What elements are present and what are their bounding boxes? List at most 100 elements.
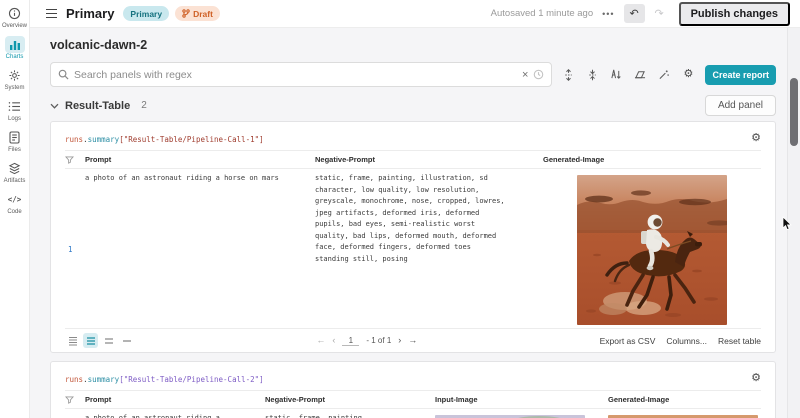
section-header: Result-Table 2 Add panel xyxy=(50,95,776,116)
density-default-icon[interactable] xyxy=(83,333,98,348)
sidebar-item-code[interactable]: </> Code xyxy=(0,191,29,215)
panel-title-row: runs.summary["Result-Table/Pipeline-Call… xyxy=(65,362,761,390)
prev-page-icon[interactable]: ‹ xyxy=(332,336,335,345)
column-header-input-image[interactable]: Input-Image xyxy=(435,395,608,404)
export-csv-link[interactable]: Export as CSV xyxy=(600,336,656,346)
undo-button[interactable]: ↶ xyxy=(624,4,645,23)
vertical-scrollbar[interactable] xyxy=(787,28,800,418)
last-page-icon[interactable]: → xyxy=(408,336,417,345)
filter-icon[interactable] xyxy=(65,156,85,164)
first-page-icon[interactable]: ← xyxy=(316,336,325,345)
top-header: Primary Primary Draft Autosaved 1 minute… xyxy=(30,0,800,28)
search-input[interactable] xyxy=(69,69,517,81)
charts-icon xyxy=(5,36,25,53)
workspace-content: volcanic-dawn-2 × xyxy=(30,28,800,418)
search-history-icon[interactable] xyxy=(533,69,544,80)
autosave-status: Autosaved 1 minute ago xyxy=(491,8,593,19)
sidebar-item-charts[interactable]: Charts xyxy=(0,36,29,60)
panel-settings-gear-icon[interactable]: ⚙ xyxy=(751,133,761,144)
panel-search-box: × xyxy=(50,62,552,87)
expr-key: ["Result-Table/Pipeline-Call-2"] xyxy=(119,375,264,384)
section-title[interactable]: Result-Table xyxy=(65,100,130,112)
publish-changes-button[interactable]: Publish changes xyxy=(679,2,790,26)
panel-settings-gear-icon[interactable]: ⚙ xyxy=(751,373,761,384)
sort-panels-icon[interactable] xyxy=(606,65,626,85)
filter-icon[interactable] xyxy=(65,396,85,404)
expr-key: ["Result-Table/Pipeline-Call-1"] xyxy=(119,135,264,144)
table-header-row: Prompt Negative-Prompt Input-Image Gener… xyxy=(65,390,761,409)
logs-icon xyxy=(5,98,25,115)
table-actions: Export as CSV Columns... Reset table xyxy=(600,336,761,346)
expr-method: summary xyxy=(88,135,120,144)
column-header-negative-prompt[interactable]: Negative-Prompt xyxy=(315,155,543,164)
negative-prompt-cell: static, frame, painting, illustration, s… xyxy=(315,173,519,325)
sidebar-item-artifacts[interactable]: Artifacts xyxy=(0,160,29,184)
panel-toolbar: ⚙ xyxy=(558,65,698,85)
magic-wand-icon[interactable] xyxy=(654,65,674,85)
column-header-prompt[interactable]: Prompt xyxy=(85,395,265,404)
column-header-prompt[interactable]: Prompt xyxy=(85,155,315,164)
generated-image-cell xyxy=(608,413,761,418)
clear-search-icon[interactable]: × xyxy=(517,69,533,81)
expr-object: runs xyxy=(65,375,83,384)
expr-method: summary xyxy=(88,375,120,384)
system-gear-icon xyxy=(5,67,25,84)
column-header-negative-prompt[interactable]: Negative-Prompt xyxy=(265,395,435,404)
density-tall-icon[interactable] xyxy=(119,333,134,348)
row-density-controls xyxy=(65,333,134,348)
sidebar-item-system[interactable]: System xyxy=(0,67,29,91)
column-header-generated-image[interactable]: Generated-Image xyxy=(543,155,761,164)
density-compact-icon[interactable] xyxy=(65,333,80,348)
draft-badge: Draft xyxy=(175,6,220,21)
sidebar-label: Charts xyxy=(6,54,24,60)
sidebar-label: Artifacts xyxy=(4,178,26,184)
negative-prompt-cell: static, frame, painting, xyxy=(265,413,435,418)
panel-expression: runs.summary["Result-Table/Pipeline-Call… xyxy=(65,375,264,384)
panel-search-row: × xyxy=(50,62,776,87)
wandb-workspace: Overview Charts System xyxy=(0,0,800,418)
reset-table-link[interactable]: Reset table xyxy=(718,336,761,346)
redo-button[interactable]: ↷ xyxy=(649,4,670,23)
pagination: ← ‹ 1 - 1 of 1 › → xyxy=(134,336,600,346)
generated-image-astronaut-horse-mars[interactable] xyxy=(577,175,727,325)
table-panel-2: runs.summary["Result-Table/Pipeline-Call… xyxy=(50,361,776,418)
files-icon xyxy=(5,129,25,146)
expand-panels-icon[interactable] xyxy=(558,65,578,85)
add-panel-button[interactable]: Add panel xyxy=(705,95,776,116)
table-row: 1 a photo of an astronaut riding a horse… xyxy=(65,169,761,325)
columns-link[interactable]: Columns... xyxy=(666,336,707,346)
generated-image-cell xyxy=(543,173,761,325)
page-count-label: - 1 of 1 xyxy=(366,336,391,345)
expr-object: runs xyxy=(65,135,83,144)
table-row: a photo of an astronaut riding a static,… xyxy=(65,409,761,418)
next-page-icon[interactable]: › xyxy=(398,336,401,345)
sidebar-label: System xyxy=(4,85,24,91)
panel-layout-icon[interactable] xyxy=(630,65,650,85)
density-comfortable-icon[interactable] xyxy=(101,333,116,348)
column-header-generated-image[interactable]: Generated-Image xyxy=(608,395,761,404)
scrollbar-thumb[interactable] xyxy=(790,78,798,146)
sidebar-item-files[interactable]: Files xyxy=(0,129,29,153)
table-header-row: Prompt Negative-Prompt Generated-Image xyxy=(65,150,761,169)
create-report-button[interactable]: Create report xyxy=(705,65,776,85)
input-image-cell xyxy=(435,413,608,418)
more-options-icon[interactable]: ••• xyxy=(602,9,614,19)
collapse-panels-icon[interactable] xyxy=(582,65,602,85)
branch-icon xyxy=(182,9,190,18)
sidebar-label: Files xyxy=(8,147,21,153)
hamburger-menu-icon[interactable] xyxy=(46,9,57,19)
page-number-input[interactable]: 1 xyxy=(342,336,359,346)
row-index: 1 xyxy=(65,245,85,254)
sidebar-label: Code xyxy=(7,209,21,215)
info-icon xyxy=(5,5,25,22)
workspace-settings-gear-icon[interactable]: ⚙ xyxy=(678,65,698,85)
chevron-down-icon[interactable] xyxy=(50,103,59,109)
draft-badge-label: Draft xyxy=(193,9,213,19)
primary-badge: Primary xyxy=(123,6,169,21)
sidebar-item-logs[interactable]: Logs xyxy=(0,98,29,122)
sidebar-label: Overview xyxy=(2,23,27,29)
sidebar-item-overview[interactable]: Overview xyxy=(0,5,29,29)
section-panel-count: 2 xyxy=(141,100,147,111)
table-footer: ← ‹ 1 - 1 of 1 › → Export as CSV Columns… xyxy=(65,328,761,352)
panel-title-row: runs.summary["Result-Table/Pipeline-Call… xyxy=(65,122,761,150)
